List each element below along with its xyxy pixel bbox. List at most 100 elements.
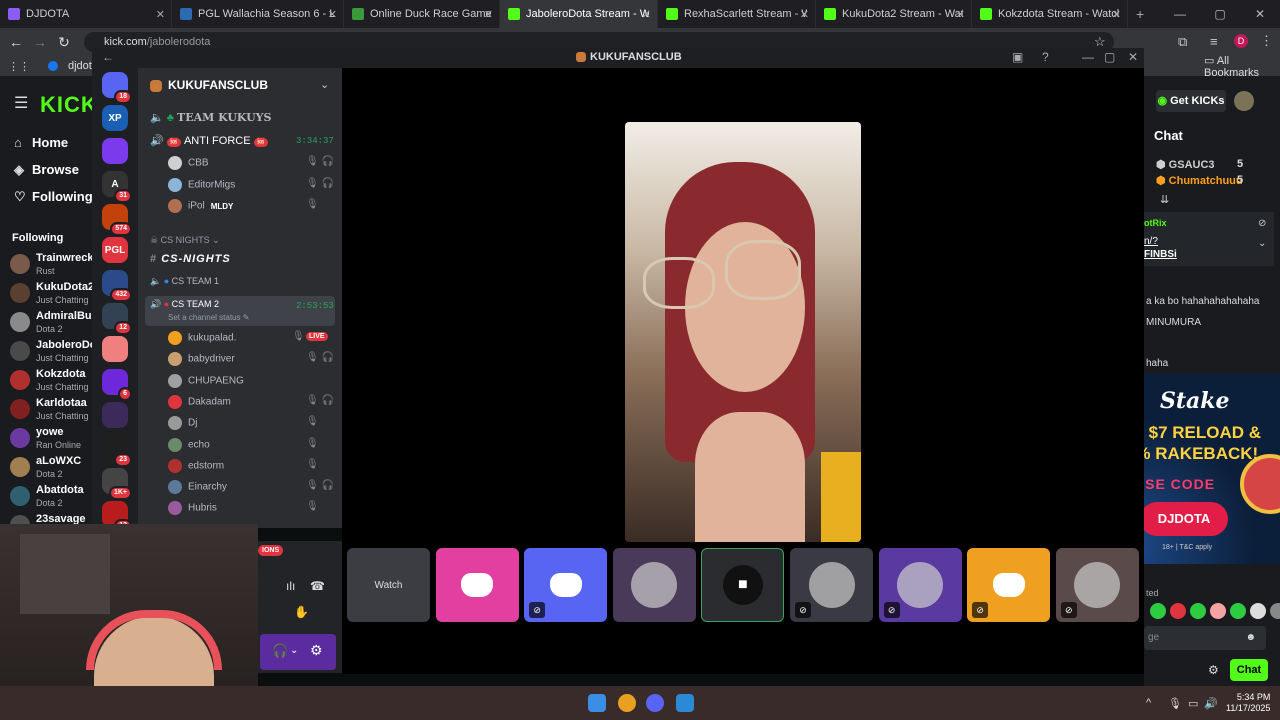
menu-icon[interactable]: ⋮ (1260, 33, 1273, 49)
chat-send-button[interactable]: Chat (1230, 659, 1268, 681)
voice-user[interactable]: Dakadam (168, 394, 231, 409)
bookmark-item[interactable]: djdot (68, 60, 92, 72)
participant-tile[interactable]: ⊘ (790, 548, 873, 622)
close-icon[interactable]: ✕ (642, 8, 651, 21)
following-item[interactable]: KukuDota2 Just Chatting (10, 279, 100, 307)
server-icon[interactable]: 18 (102, 72, 132, 104)
microphone-icon[interactable]: 🎙 (1168, 697, 1182, 710)
all-bookmarks-folder[interactable]: ▭ All Bookmarks (1204, 54, 1280, 79)
watch-button[interactable]: Watch (366, 574, 411, 596)
server-icon[interactable]: XP (102, 105, 128, 131)
following-item[interactable]: AdmiralBulld Dota 2 (10, 308, 104, 336)
participant-tile[interactable]: ⊘ (967, 548, 1051, 622)
following-item[interactable]: Karldotaa Just Chatting (10, 395, 100, 423)
server-icon[interactable]: 1K+ (102, 468, 132, 500)
close-icon[interactable]: ✕ (1240, 0, 1280, 28)
system-clock[interactable]: 5:34 PM 11/17/2025 (1226, 692, 1270, 714)
channel-cs-nights[interactable]: # CS-NIGHTS (150, 253, 231, 265)
channel-cs-team-1[interactable]: 🔈 ● CS TEAM 1 (150, 276, 219, 287)
back-icon[interactable]: ← (102, 50, 114, 64)
voice-user[interactable]: CHUPAENG (168, 373, 244, 388)
server-icon[interactable]: 574 (102, 204, 132, 236)
close-icon[interactable]: ✕ (156, 8, 165, 21)
new-tab-button[interactable]: + (1128, 6, 1152, 22)
reload-icon[interactable]: ↻ (52, 34, 76, 51)
channel-anti-force[interactable]: 🔊 🆘 ANTI FORCE 🆘 (150, 134, 269, 147)
disconnect-icon[interactable]: ☎ (310, 579, 325, 593)
emote-icon[interactable] (1170, 603, 1186, 619)
voice-user[interactable]: iPol MLDY (168, 199, 233, 213)
help-icon[interactable]: ? (1042, 50, 1049, 64)
expand-icon[interactable]: ⇊ (1160, 193, 1169, 206)
user-avatar[interactable] (1234, 91, 1254, 111)
server-icon[interactable]: 432 (102, 270, 132, 302)
network-icon[interactable]: ▭ (1188, 697, 1198, 710)
maximize-icon[interactable]: ▢ (1200, 0, 1240, 28)
extensions-icon[interactable]: ⧉ (1178, 34, 1187, 50)
ad-code-button[interactable]: DJDOTA (1140, 502, 1228, 536)
facebook-icon[interactable] (48, 61, 58, 71)
chevron-down-icon[interactable]: ⌄ (1258, 238, 1266, 249)
settings-gear-icon[interactable]: ⚙ (1208, 663, 1219, 677)
category-cs-nights[interactable]: ☠ CS NIGHTS ⌄ (150, 235, 220, 246)
inbox-icon[interactable]: ▣ (1012, 50, 1023, 64)
channel-team-kukuys[interactable]: 🔈 ♣ TEAM KUKUYS (150, 111, 271, 124)
voice-user[interactable]: edstorm (168, 458, 224, 473)
browser-tab[interactable]: RexhaScarlett Stream - Watch L✕ (658, 0, 816, 28)
leaderboard-row[interactable]: ⬢ GSAUC3 5 (1156, 158, 1243, 171)
emote-icon[interactable] (1270, 603, 1280, 619)
server-icon[interactable]: A 31 (102, 171, 132, 203)
following-item[interactable]: Trainwrecks Rust (10, 250, 100, 278)
minimize-icon[interactable]: — (1160, 0, 1200, 28)
following-item[interactable]: aLoWXC Dota 2 (10, 453, 100, 481)
browser-tab[interactable]: Kokzdota Stream - Watch Live✕ (972, 0, 1128, 28)
server-icon[interactable]: PGL (102, 237, 128, 263)
participant-tile[interactable]: ⊘ (878, 548, 962, 622)
voice-user[interactable]: echo (168, 437, 210, 452)
chevron-down-icon[interactable]: ⌄ (290, 645, 298, 656)
browser-tab[interactable]: DJDOTA ✕ (0, 0, 172, 28)
pinned-message[interactable]: otRix n/? FINBSi ⊘ ⌄ (1144, 212, 1274, 266)
participant-tile[interactable]: ⊘ (1055, 548, 1139, 622)
chevron-down-icon[interactable]: ⌄ (320, 78, 329, 91)
chevron-up-icon[interactable]: ^ (1146, 697, 1151, 709)
browser-tab[interactable]: KukuDota2 Stream - Watch Live✕ (816, 0, 972, 28)
participant-tile[interactable] (612, 548, 696, 622)
leaderboard-row[interactable]: ⬢ Chumatchuuu 5 (1156, 174, 1243, 187)
server-icon[interactable] (102, 138, 128, 164)
nav-following[interactable]: ♡ Following (14, 189, 93, 205)
media-icon[interactable]: ≡ (1210, 34, 1218, 49)
participant-tile[interactable]: Watch (347, 548, 430, 622)
voice-user[interactable]: Dj (168, 416, 197, 431)
forward-icon[interactable]: → (28, 34, 52, 50)
emote-icon[interactable] (1190, 603, 1206, 619)
server-icon[interactable]: 23 (102, 435, 132, 467)
chrome-icon[interactable] (618, 694, 636, 712)
server-icon[interactable]: 6 (102, 369, 132, 401)
unpin-icon[interactable]: ⊘ (1258, 218, 1266, 229)
close-icon[interactable]: ✕ (800, 8, 809, 21)
voice-user[interactable]: EditorMigs (168, 177, 235, 192)
participant-tile[interactable] (435, 548, 519, 622)
nav-browse[interactable]: ◈ Browse (14, 162, 79, 178)
maximize-icon[interactable]: ▢ (1104, 50, 1115, 64)
start-icon[interactable] (588, 694, 606, 712)
emoji-icon[interactable]: ☻ (1245, 626, 1256, 650)
participant-tile[interactable]: ⊘ (524, 548, 608, 622)
server-icon[interactable] (102, 402, 128, 428)
apps-icon[interactable]: ⋮⋮ (8, 60, 30, 73)
close-icon[interactable]: ✕ (956, 8, 965, 21)
server-icon[interactable] (102, 336, 128, 362)
participant-tile[interactable]: ■ (701, 548, 785, 622)
server-name[interactable]: KUKUFANSCLUB (150, 78, 268, 92)
voice-user[interactable]: babydriver (168, 352, 235, 367)
close-icon[interactable]: ✕ (328, 8, 337, 21)
emote-icon[interactable] (1230, 603, 1246, 619)
browser-tab[interactable]: PGL Wallachia Season 6 - Liquip✕ (172, 0, 344, 28)
profile-avatar[interactable]: D (1234, 34, 1248, 48)
channel-status[interactable]: Set a channel status ✎ (168, 313, 249, 322)
voice-user[interactable]: CBB (168, 156, 209, 170)
following-item[interactable]: JaboleroDot Just Chatting (10, 337, 100, 365)
kick-logo[interactable]: KICK (40, 92, 98, 118)
channel-cs-team-2[interactable]: 🔊 ● CS TEAM 2 (150, 299, 219, 310)
